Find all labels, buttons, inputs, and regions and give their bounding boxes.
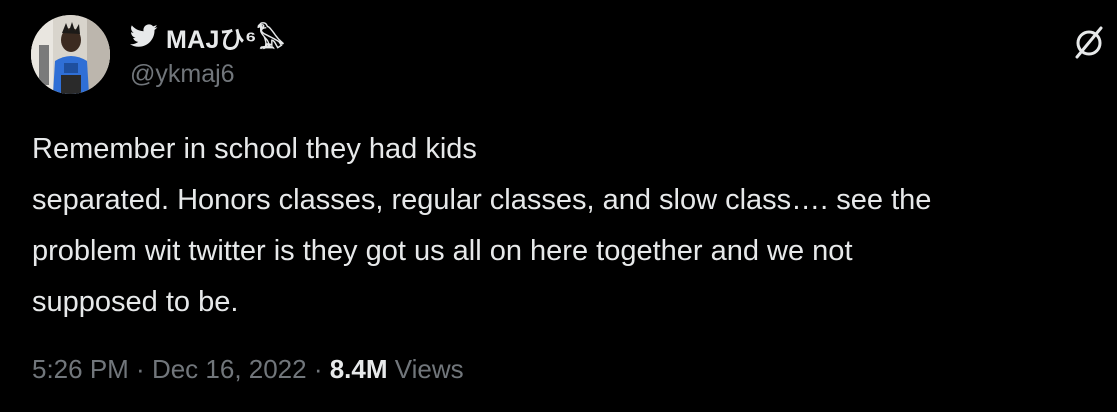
twitter-bird-icon [130,24,158,47]
tweet-card: MAJひ⁶𓅃 @ykmaj6 Remember in school they h… [0,0,1117,412]
views-count: 8.4M [329,354,388,384]
tweet-date[interactable]: Dec 16, 2022 [152,354,307,384]
tweet-text-line: problem wit twitter is they got us all o… [32,235,853,267]
views-label: Views [394,354,464,384]
avatar[interactable] [31,15,110,94]
tweet-text: Remember in school they had kids separat… [32,124,1112,328]
tweet-text-line: separated. Honors classes, regular class… [32,184,932,216]
tweet-time[interactable]: 5:26 PM [32,354,129,384]
meta-separator: · [306,354,330,384]
author-display-name: MAJひ⁶𓅃 [166,25,285,54]
meta-separator: · [128,354,152,384]
author-header: MAJひ⁶𓅃 @ykmaj6 [130,20,285,89]
tweet-text-line: Remember in school they had kids [32,133,477,165]
tweet-meta: 5:26 PM · Dec 16, 2022 · 8.4M Views [32,354,464,385]
name-row[interactable]: MAJひ⁶𓅃 [130,20,285,54]
tweet-text-line: supposed to be. [32,286,239,318]
avatar-image [31,15,110,94]
author-handle[interactable]: @ykmaj6 [130,60,285,89]
x-logo-icon[interactable] [1072,25,1106,59]
